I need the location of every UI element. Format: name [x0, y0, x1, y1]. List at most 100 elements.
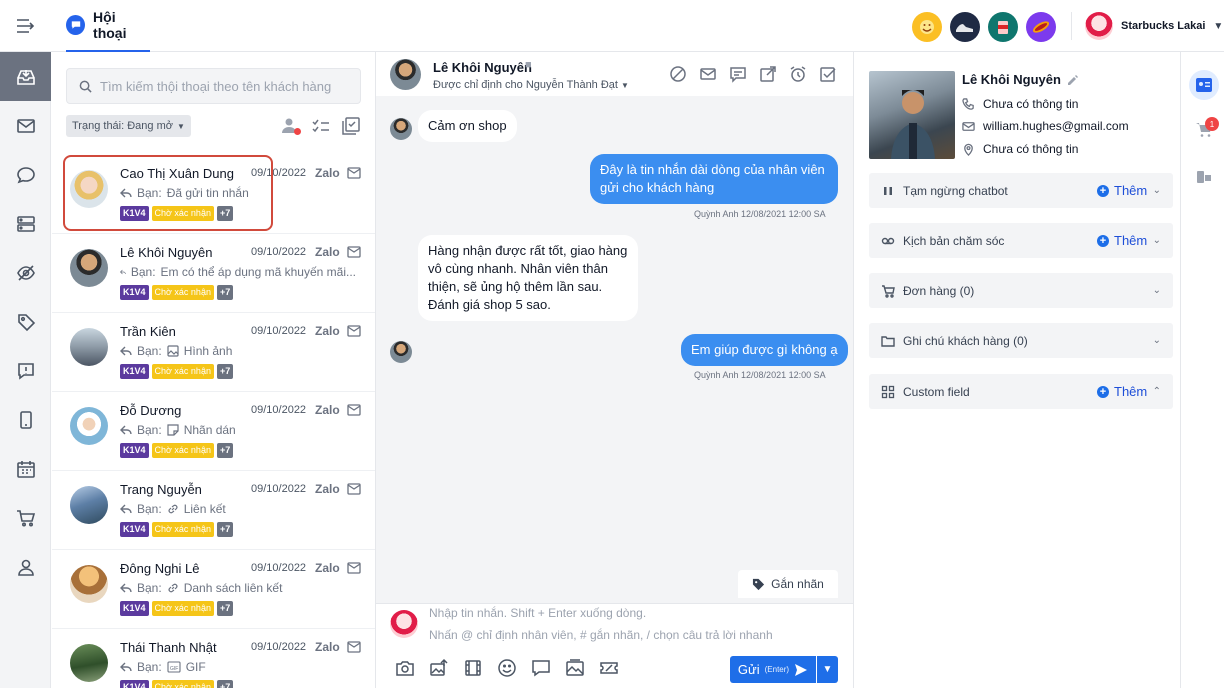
add-button[interactable]: + Thêm [1097, 384, 1147, 399]
check-square-icon[interactable] [819, 65, 837, 83]
section-customer-notes[interactable]: Ghi chú khách hàng (0) ⌄ [869, 323, 1173, 358]
avatar[interactable] [70, 407, 108, 445]
nav-calendar-icon[interactable] [0, 444, 51, 493]
more-tags-badge[interactable]: +7 [216, 522, 234, 537]
checklist-icon[interactable] [311, 116, 331, 136]
mail-icon[interactable] [347, 325, 361, 337]
upload-image-icon[interactable] [429, 658, 449, 678]
avatar[interactable] [70, 565, 108, 603]
block-icon[interactable] [669, 65, 687, 83]
conversation-item[interactable]: Lê Khôi Nguyên 09/10/2022 Zalo Bạn: Em có th… [52, 234, 375, 313]
status-filter-dropdown[interactable]: Trạng thái: Đang mở ▼ [66, 115, 191, 137]
mail-icon[interactable] [347, 562, 361, 574]
chevron-down-icon[interactable]: ⌄ [1153, 335, 1161, 346]
conversation-item[interactable]: Đông Nghi Lê 09/10/2022 Zalo Bạn: Danh sách … [52, 550, 375, 629]
conversation-item[interactable]: Đỗ Dương 09/10/2022 Zalo Bạn: Nhãn dán K1V4 Ch… [52, 392, 375, 471]
coffee-cup-icon[interactable] [988, 12, 1018, 42]
avatar[interactable] [70, 249, 108, 287]
nav-server-icon[interactable] [0, 199, 51, 248]
avatar[interactable] [70, 644, 108, 682]
tag-badge[interactable]: K1V4 [120, 601, 149, 616]
tab-conversations[interactable]: Hội thoại [66, 0, 150, 52]
mail-icon[interactable] [347, 641, 361, 653]
emoji-cup-icon[interactable] [912, 12, 942, 42]
emoji-icon[interactable] [497, 658, 517, 678]
gallery-icon[interactable] [565, 658, 585, 678]
add-button[interactable]: + Thêm [1097, 183, 1147, 198]
barcode-scan-icon[interactable] [1189, 162, 1219, 192]
tag-badge[interactable]: Chờ xác nhận [151, 364, 214, 379]
last-message-prefix: Bạn: [137, 660, 162, 674]
user-menu[interactable]: Starbucks Lakai ▼ [1085, 12, 1223, 40]
external-link-icon[interactable] [759, 65, 777, 83]
tag-badge[interactable]: K1V4 [120, 285, 149, 300]
tag-badge[interactable]: Chờ xác nhận [151, 443, 214, 458]
tag-badge[interactable]: Chờ xác nhận [151, 680, 214, 688]
nav-eye-off-icon[interactable] [0, 248, 51, 297]
add-label-button[interactable]: Gắn nhãn [738, 570, 838, 598]
avatar[interactable] [70, 486, 108, 524]
section-custom-field[interactable]: Custom field + Thêm ⌃ [869, 374, 1173, 409]
mail-icon[interactable] [699, 65, 717, 83]
assigned-to[interactable]: Được chỉ định cho Nguyễn Thành Đạt ▼ [433, 79, 629, 91]
mail-icon[interactable] [347, 483, 361, 495]
message-icon[interactable] [729, 65, 747, 83]
tag-badge[interactable]: K1V4 [120, 522, 149, 537]
add-button[interactable]: + Thêm [1097, 233, 1147, 248]
more-tags-badge[interactable]: +7 [216, 601, 234, 616]
nav-user-icon[interactable] [0, 542, 51, 591]
section-care-script[interactable]: Kịch bản chăm sóc + Thêm ⌄ [869, 223, 1173, 258]
search-box[interactable] [66, 68, 361, 104]
nav-mail-icon[interactable] [0, 101, 51, 150]
avatar[interactable] [70, 328, 108, 366]
multi-select-icon[interactable] [341, 116, 361, 136]
chevron-down-icon[interactable]: ⌄ [1153, 285, 1161, 296]
search-input[interactable] [100, 78, 350, 94]
sneaker-icon[interactable] [950, 12, 980, 42]
message-composer[interactable]: Nhập tin nhắn. Shift + Enter xuống dòng.… [376, 603, 853, 688]
nav-cart-icon[interactable] [0, 493, 51, 542]
camera-icon[interactable] [395, 658, 415, 678]
nav-feedback-icon[interactable] [0, 346, 51, 395]
chevron-up-icon[interactable]: ⌃ [1153, 386, 1161, 397]
conversation-item[interactable]: Trang Nguyễn 09/10/2022 Zalo Bạn: Liên kết K1… [52, 471, 375, 550]
tag-badge[interactable]: K1V4 [120, 680, 149, 688]
nav-mobile-icon[interactable] [0, 395, 51, 444]
contact-avatar[interactable] [390, 59, 421, 90]
contact-card-icon[interactable] [1189, 70, 1219, 100]
tag-badge[interactable]: K1V4 [120, 443, 149, 458]
send-button[interactable]: Gửi (Enter) [730, 656, 816, 683]
more-tags-badge[interactable]: +7 [216, 285, 234, 300]
tag-badge[interactable]: Chờ xác nhận [151, 601, 214, 616]
hotdog-icon[interactable] [1026, 12, 1056, 42]
video-icon[interactable] [463, 658, 483, 678]
nav-chat-bubble-icon[interactable] [0, 150, 51, 199]
conversation-item[interactable]: Trần Kiên 09/10/2022 Zalo Bạn: Hình ảnh K1V4 C… [52, 313, 375, 392]
mail-icon[interactable] [347, 404, 361, 416]
tag-badge[interactable]: K1V4 [120, 364, 149, 379]
mail-icon[interactable] [347, 246, 361, 258]
chevron-down-icon[interactable]: ⌄ [1153, 235, 1161, 246]
tag-badge[interactable]: Chờ xác nhận [151, 522, 214, 537]
more-tags-badge[interactable]: +7 [216, 680, 234, 688]
contact-name[interactable]: Lê Khôi Nguyên [433, 60, 532, 75]
conversation-item[interactable]: Thái Thanh Nhật 09/10/2022 Zalo Bạn: GIF GIF K… [52, 629, 375, 688]
menu-toggle-icon[interactable] [15, 15, 37, 37]
more-tags-badge[interactable]: +7 [216, 443, 234, 458]
quick-reply-icon[interactable] [531, 658, 551, 678]
send-options-dropdown[interactable]: ▼ [817, 656, 838, 683]
cart-icon[interactable]: 1 [1189, 115, 1219, 145]
composer-placeholder[interactable]: Nhập tin nhắn. Shift + Enter xuống dòng. [429, 606, 646, 620]
more-tags-badge[interactable]: +7 [216, 364, 234, 379]
alarm-icon[interactable] [789, 65, 807, 83]
coupon-icon[interactable] [599, 658, 619, 678]
chevron-down-icon[interactable]: ⌄ [1153, 185, 1161, 196]
assign-user-icon[interactable] [281, 116, 301, 136]
section-pause-chatbot[interactable]: Tạm ngừng chatbot + Thêm ⌄ [869, 173, 1173, 208]
tag-badge[interactable]: Chờ xác nhận [151, 285, 214, 300]
edit-icon[interactable] [1067, 74, 1079, 86]
nav-tag-icon[interactable] [0, 297, 51, 346]
section-orders[interactable]: Đơn hàng (0) ⌄ [869, 273, 1173, 308]
nav-inbox-icon[interactable] [0, 52, 51, 101]
mail-icon[interactable] [347, 167, 361, 179]
